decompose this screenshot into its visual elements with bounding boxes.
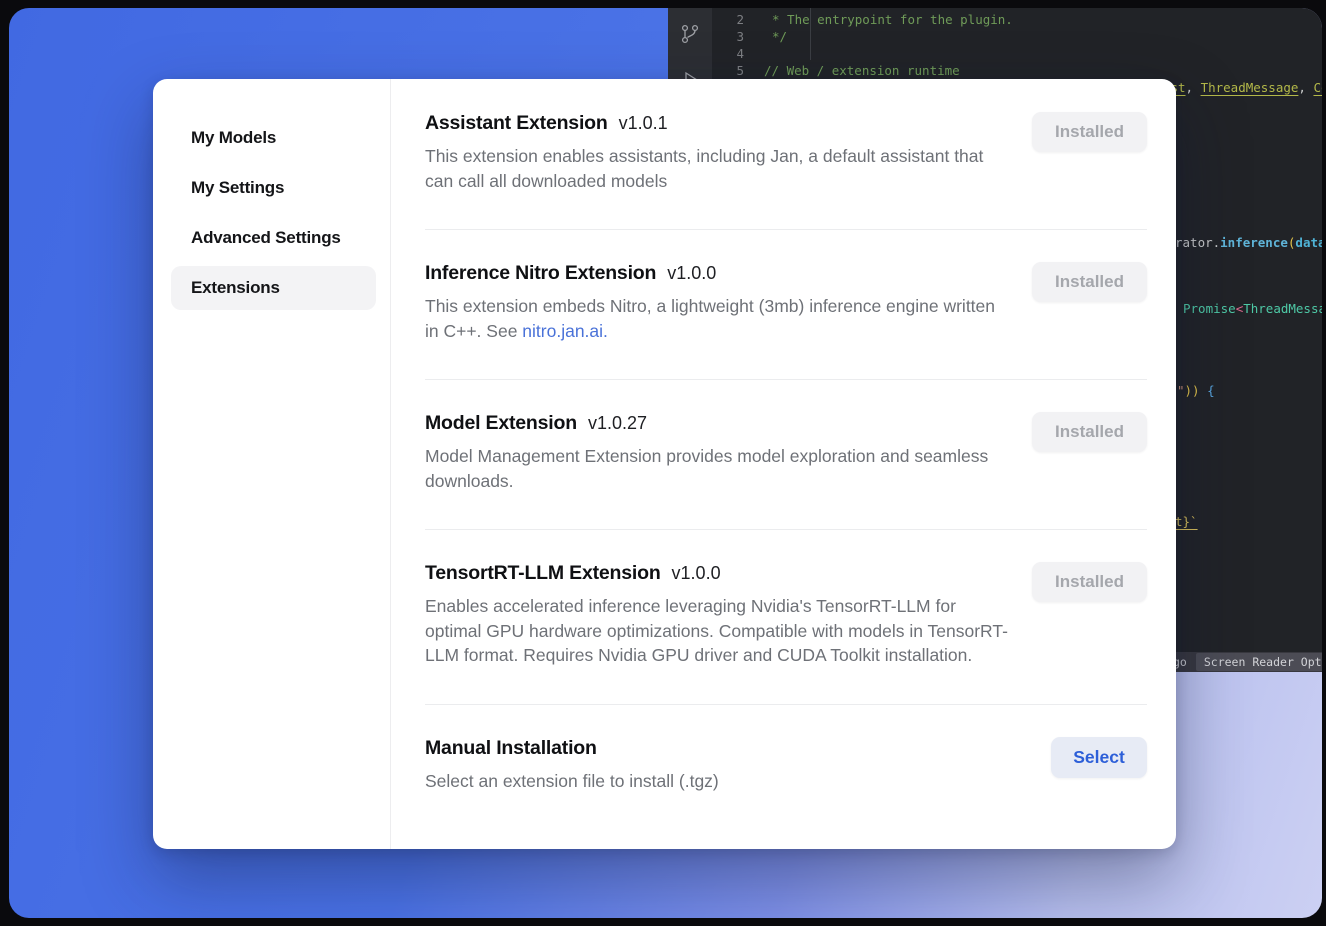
extension-row-nitro: Inference Nitro Extension v1.0.0 This ex… [425,230,1147,380]
screen-reader-badge[interactable]: Screen Reader Optimized [1196,653,1322,671]
indent-guide [810,8,811,60]
manual-installation-row: Manual Installation Select an extension … [425,705,1147,794]
extension-row-tensorrt: TensortRT-LLM Extension v1.0.0 Enables a… [425,530,1147,705]
nitro-link[interactable]: nitro.jan.ai. [522,321,608,341]
sidebar-item-advanced-settings[interactable]: Advanced Settings [171,216,376,260]
line-number: 5 [712,62,744,79]
manual-installation-description: Select an extension file to install (.tg… [425,769,719,794]
code-line: 4 [712,45,1322,62]
line-number: 4 [712,45,744,62]
extension-version: v1.0.27 [588,413,647,434]
extension-row-assistant: Assistant Extension v1.0.1 This extensio… [425,79,1147,230]
sidebar-item-extensions[interactable]: Extensions [171,266,376,310]
code-fragment: t}` [1175,513,1198,530]
extension-title: Inference Nitro Extension [425,262,656,285]
code-line: 2 * The entrypoint for the plugin. [712,11,1322,28]
code-fragment: ")) { [1177,382,1215,399]
installed-button[interactable]: Installed [1032,562,1147,602]
line-number: 3 [712,28,744,45]
extension-description: This extension enables assistants, inclu… [425,144,1008,193]
code-line: 5 // Web / extension runtime [712,62,1322,79]
line-number: 2 [712,11,744,28]
extension-version: v1.0.0 [672,563,721,584]
installed-button[interactable]: Installed [1032,112,1147,152]
sidebar-item-my-models[interactable]: My Models [171,116,376,160]
extensions-panel: Assistant Extension v1.0.1 This extensio… [391,79,1176,849]
settings-card: My Models My Settings Advanced Settings … [153,79,1176,849]
settings-sidebar: My Models My Settings Advanced Settings … [153,79,391,849]
extension-title: Assistant Extension [425,112,608,135]
code-fragment: rator.inference(data)); [1175,234,1322,251]
code-fragment: Promise<ThreadMessage> [1183,300,1322,317]
source-control-icon[interactable] [678,22,702,46]
code-line: 3 */ [712,28,1322,45]
manual-installation-title: Manual Installation [425,737,597,760]
sidebar-item-my-settings[interactable]: My Settings [171,166,376,210]
desktop-background: 2 * The entrypoint for the plugin. 3 */ … [9,8,1322,918]
extension-version: v1.0.0 [667,263,716,284]
extension-description: Model Management Extension provides mode… [425,444,1008,493]
installed-button[interactable]: Installed [1032,262,1147,302]
extension-title: Model Extension [425,412,577,435]
extension-row-model: Model Extension v1.0.27 Model Management… [425,380,1147,530]
extension-description: This extension embeds Nitro, a lightweig… [425,294,1008,343]
extension-description: Enables accelerated inference leveraging… [425,594,1008,668]
select-file-button[interactable]: Select [1051,737,1147,778]
extension-title: TensortRT-LLM Extension [425,562,661,585]
extension-version: v1.0.1 [619,113,668,134]
installed-button[interactable]: Installed [1032,412,1147,452]
